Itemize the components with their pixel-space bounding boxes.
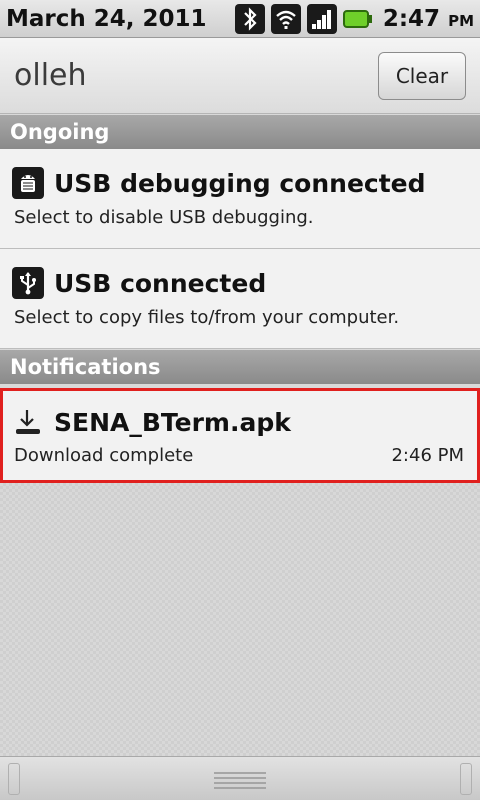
handle-right-edge: [460, 763, 472, 795]
battery-icon: [342, 8, 373, 30]
carrier-bar: olleh Clear: [0, 38, 480, 114]
status-bar: March 24, 2011 2:47 PM: [0, 0, 480, 38]
signal-icon: [306, 3, 337, 34]
notification-title-row: USB debugging connected: [12, 167, 426, 199]
notification-title: USB connected: [54, 268, 267, 298]
notification-subtitle: Select to copy files to/from your comput…: [14, 307, 400, 328]
android-debug-icon: [12, 167, 44, 199]
notification-usb-debugging[interactable]: USB debugging connected Select to disabl…: [0, 149, 480, 249]
status-icons: 2:47 PM: [234, 3, 474, 34]
notification-subtitle: Download complete: [14, 445, 194, 466]
clear-button[interactable]: Clear: [378, 51, 466, 100]
clock-time: 2:47: [382, 5, 441, 32]
status-date: March 24, 2011: [6, 5, 207, 32]
handle-left-edge: [8, 763, 20, 795]
bluetooth-icon: [234, 3, 265, 34]
shade-drag-handle[interactable]: [0, 756, 480, 800]
section-header-notifications: Notifications: [0, 350, 480, 384]
notification-title-row: SENA_BTerm.apk: [12, 406, 291, 438]
section-header-ongoing: Ongoing: [0, 115, 480, 149]
clock-ampm: PM: [448, 11, 474, 30]
status-clock: 2:47 PM: [383, 6, 474, 32]
notification-title: SENA_BTerm.apk: [54, 407, 291, 437]
notification-time: 2:46 PM: [391, 445, 464, 466]
notification-download-complete[interactable]: SENA_BTerm.apk Download complete 2:46 PM: [0, 388, 480, 483]
wifi-icon: [270, 3, 301, 34]
usb-icon: [12, 267, 44, 299]
empty-notification-area: [0, 483, 480, 756]
notification-subtitle: Select to disable USB debugging.: [14, 207, 314, 228]
carrier-name: olleh: [14, 58, 87, 93]
notification-usb-connected[interactable]: USB connected Select to copy files to/fr…: [0, 249, 480, 349]
notification-title: USB debugging connected: [54, 168, 426, 198]
notification-title-row: USB connected: [12, 267, 266, 299]
download-complete-icon: [12, 406, 44, 438]
grip-icon: [214, 768, 266, 789]
